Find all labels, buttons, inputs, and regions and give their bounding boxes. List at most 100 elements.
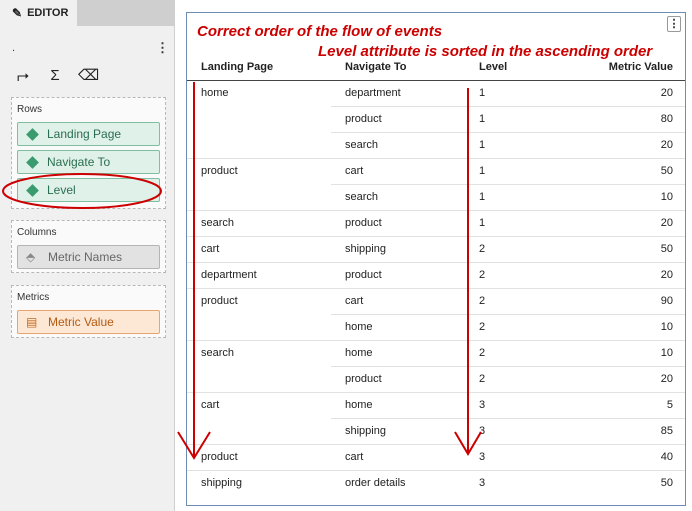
table-row: home 2 10 <box>187 313 685 340</box>
cell-level[interactable]: 3 <box>467 417 547 444</box>
eraser-icon[interactable]: ⌫ <box>78 66 99 84</box>
table-row: shipping 3 85 <box>187 417 685 444</box>
cell-landing-page[interactable]: cart <box>187 235 331 262</box>
cell-navigate-to[interactable]: home <box>331 339 467 366</box>
cell-landing-page[interactable] <box>187 106 331 132</box>
tab-editor[interactable]: ✎ EDITOR <box>0 0 77 26</box>
cell-metric-value[interactable]: 20 <box>547 79 685 106</box>
row-pill-level[interactable]: Level <box>17 178 160 202</box>
cell-level[interactable]: 2 <box>467 365 547 392</box>
cell-metric-value[interactable]: 40 <box>547 443 685 470</box>
cell-level[interactable]: 2 <box>467 339 547 366</box>
cell-level[interactable]: 1 <box>467 131 547 158</box>
cell-navigate-to[interactable]: cart <box>331 443 467 470</box>
cell-level[interactable]: 1 <box>467 183 547 210</box>
column-pill-metric-names[interactable]: ⬘ Metric Names <box>17 245 160 269</box>
cell-landing-page[interactable] <box>187 184 331 210</box>
table-row: shipping order details 3 50 <box>187 469 685 496</box>
cell-metric-value[interactable]: 5 <box>547 391 685 418</box>
cell-level[interactable]: 2 <box>467 261 547 288</box>
cell-metric-value[interactable]: 90 <box>547 287 685 314</box>
cell-level[interactable]: 2 <box>467 313 547 340</box>
cell-navigate-to[interactable]: search <box>331 131 467 158</box>
sum-icon[interactable]: Σ <box>46 67 64 84</box>
cell-metric-value[interactable]: 20 <box>547 131 685 158</box>
cell-navigate-to[interactable]: product <box>331 209 467 236</box>
cell-level[interactable]: 3 <box>467 443 547 470</box>
attribute-icon <box>26 183 39 197</box>
table-row: department product 2 20 <box>187 261 685 288</box>
cell-metric-value[interactable]: 50 <box>547 469 685 496</box>
cell-metric-value[interactable]: 80 <box>547 105 685 132</box>
cell-landing-page[interactable] <box>187 418 331 444</box>
attribute-icon <box>26 127 39 141</box>
cell-level[interactable]: 3 <box>467 391 547 418</box>
cell-level[interactable]: 1 <box>467 157 547 184</box>
cell-level[interactable]: 2 <box>467 287 547 314</box>
cell-landing-page[interactable]: product <box>187 157 331 184</box>
row-pill-landing-page[interactable]: Landing Page <box>17 122 160 146</box>
swap-icon[interactable]: ⮣ <box>14 67 32 84</box>
metrics-section: Metrics ▤ Metric Value <box>11 285 166 338</box>
cell-navigate-to[interactable]: home <box>331 313 467 340</box>
cell-navigate-to[interactable]: search <box>331 183 467 210</box>
cell-metric-value[interactable]: 10 <box>547 183 685 210</box>
grid-visualization: ⋮ Landing Page Navigate To Level Metric … <box>186 12 686 506</box>
cell-navigate-to[interactable]: cart <box>331 287 467 314</box>
metric-pill-metric-value[interactable]: ▤ Metric Value <box>17 310 160 334</box>
cell-landing-page[interactable]: search <box>187 209 331 236</box>
cell-landing-page[interactable]: product <box>187 287 331 314</box>
cell-level[interactable]: 3 <box>467 469 547 496</box>
cell-level[interactable]: 2 <box>467 235 547 262</box>
cell-metric-value[interactable]: 50 <box>547 235 685 262</box>
cell-navigate-to[interactable]: product <box>331 261 467 288</box>
cell-landing-page[interactable]: department <box>187 261 331 288</box>
cell-metric-value[interactable]: 85 <box>547 417 685 444</box>
cell-navigate-to[interactable]: home <box>331 391 467 418</box>
grid-menu-icon[interactable]: ⋮ <box>667 16 681 32</box>
cell-metric-value[interactable]: 20 <box>547 261 685 288</box>
table-row: search 1 10 <box>187 183 685 210</box>
cell-landing-page[interactable] <box>187 314 331 340</box>
pill-label: Landing Page <box>47 127 122 141</box>
cell-metric-value[interactable]: 10 <box>547 313 685 340</box>
row-pill-navigate-to[interactable]: Navigate To <box>17 150 160 174</box>
cell-navigate-to[interactable]: cart <box>331 157 467 184</box>
metric-icon: ▤ <box>26 315 38 329</box>
editor-panel: ✎ EDITOR . ⋮ ⮣ Σ ⌫ Rows Landing Page Nav… <box>0 0 175 511</box>
cell-metric-value[interactable]: 10 <box>547 339 685 366</box>
table-row: product cart 3 40 <box>187 443 685 470</box>
table-row: product cart 1 50 <box>187 157 685 184</box>
metrics-title: Metrics <box>17 292 50 303</box>
cell-level[interactable]: 1 <box>467 209 547 236</box>
annotation-level-sorted: Level attribute is sorted in the ascendi… <box>318 43 653 60</box>
cell-navigate-to[interactable]: department <box>331 79 467 106</box>
cell-landing-page[interactable]: cart <box>187 391 331 418</box>
cell-level[interactable]: 1 <box>467 79 547 106</box>
cell-landing-page[interactable] <box>187 366 331 392</box>
cell-landing-page[interactable]: shipping <box>187 469 331 496</box>
cell-navigate-to[interactable]: order details <box>331 469 467 496</box>
cell-metric-value[interactable]: 50 <box>547 157 685 184</box>
panel-menu-icon[interactable]: ⋮ <box>156 40 169 56</box>
cell-landing-page[interactable]: home <box>187 79 331 106</box>
header-landing-page[interactable]: Landing Page <box>187 55 331 81</box>
cell-landing-page[interactable]: search <box>187 339 331 366</box>
columns-title: Columns <box>17 227 57 238</box>
table-row: product 2 20 <box>187 365 685 392</box>
cell-landing-page[interactable] <box>187 132 331 158</box>
pill-label: Level <box>47 183 76 197</box>
cell-landing-page[interactable]: product <box>187 443 331 470</box>
editor-toolbar: ⮣ Σ ⌫ <box>14 66 99 85</box>
cell-navigate-to[interactable]: product <box>331 365 467 392</box>
cell-navigate-to[interactable]: product <box>331 105 467 132</box>
pill-label: Metric Names <box>48 250 123 264</box>
rows-title: Rows <box>17 104 43 115</box>
cell-navigate-to[interactable]: shipping <box>331 235 467 262</box>
table-row: cart shipping 2 50 <box>187 235 685 262</box>
table-row: search 1 20 <box>187 131 685 158</box>
cell-metric-value[interactable]: 20 <box>547 209 685 236</box>
cell-level[interactable]: 1 <box>467 105 547 132</box>
cell-metric-value[interactable]: 20 <box>547 365 685 392</box>
cell-navigate-to[interactable]: shipping <box>331 417 467 444</box>
